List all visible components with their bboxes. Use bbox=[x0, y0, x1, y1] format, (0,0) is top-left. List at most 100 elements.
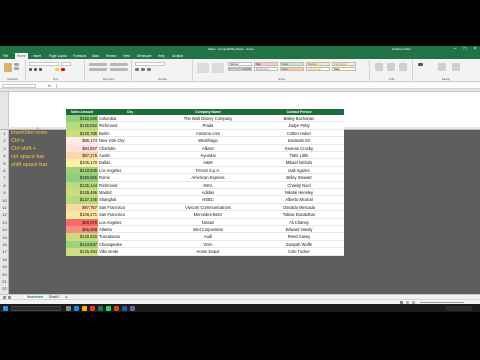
row-number[interactable]: 13 bbox=[0, 219, 9, 226]
city-cell[interactable]: Columbia bbox=[98, 115, 162, 122]
fill-color-icon[interactable] bbox=[55, 68, 59, 71]
copy-icon[interactable] bbox=[14, 67, 19, 70]
city-cell[interactable]: Richmond bbox=[98, 182, 162, 189]
sales-amount-cell[interactable]: $129,486 bbox=[66, 189, 98, 197]
formula-input[interactable] bbox=[56, 84, 476, 88]
company-cell[interactable]: H&M bbox=[162, 159, 254, 166]
sales-amount-cell[interactable]: $60,076 bbox=[66, 218, 98, 226]
comma-icon[interactable] bbox=[147, 68, 151, 71]
table-row[interactable]: $150,966 Rome American Express Briley Stewa… bbox=[66, 174, 344, 182]
table-row[interactable]: $97,757 San Francisco Vivicom Communicatio… bbox=[66, 203, 344, 212]
align-top-icon[interactable] bbox=[89, 63, 107, 66]
sales-amount-cell[interactable]: $84,597 bbox=[66, 144, 98, 152]
table-row[interactable]: $130,786 Berlin Amazon.com Colten Huber bbox=[66, 129, 344, 138]
sales-amount-cell[interactable]: $150,966 bbox=[66, 174, 98, 182]
city-cell[interactable]: Dallas bbox=[98, 159, 162, 166]
row-number[interactable]: 22 bbox=[0, 285, 9, 292]
table-row[interactable]: $60,076 Los Angeles Nissan Ali Chaney bbox=[66, 218, 344, 226]
table-row[interactable]: $136,144 Richmond IKEA Chasity Noel bbox=[66, 181, 344, 189]
contact-cell[interactable]: Chasity Noel bbox=[254, 182, 344, 189]
teams-icon[interactable] bbox=[130, 305, 135, 311]
company-cell[interactable]: Amazon.com bbox=[162, 130, 254, 137]
city-cell[interactable]: Berlin bbox=[98, 130, 162, 137]
tab-formulas[interactable]: Formulas bbox=[73, 54, 86, 58]
row-number[interactable]: 20 bbox=[0, 271, 9, 278]
format-cells-icon[interactable] bbox=[399, 63, 407, 71]
company-cell[interactable]: Westfriago bbox=[162, 137, 254, 144]
start-icon[interactable] bbox=[3, 305, 8, 311]
sales-amount-cell[interactable]: $109,271 bbox=[66, 211, 98, 219]
row-number[interactable]: 9 bbox=[0, 189, 9, 196]
company-cell[interactable]: Mercedes-Benz bbox=[162, 211, 254, 218]
format-as-table-icon[interactable] bbox=[212, 63, 224, 73]
sales-amount-cell[interactable]: $138,052 bbox=[66, 122, 98, 130]
city-cell[interactable]: San Francisco bbox=[98, 204, 162, 211]
contact-cell[interactable]: Savanah Ori bbox=[254, 137, 344, 144]
contact-cell[interactable]: Mikael Nichols bbox=[254, 159, 344, 166]
fx-label[interactable]: fx bbox=[48, 84, 51, 88]
currency-icon[interactable] bbox=[135, 68, 139, 71]
cut-icon[interactable] bbox=[14, 63, 19, 66]
row-number[interactable]: 4 bbox=[0, 152, 9, 159]
company-cell[interactable]: HSBC bbox=[162, 196, 254, 203]
search-box[interactable] bbox=[11, 305, 61, 311]
insert-cells-icon[interactable] bbox=[375, 63, 383, 71]
merge-center-icon[interactable] bbox=[110, 68, 128, 71]
sales-amount-cell[interactable]: $105,170 bbox=[66, 159, 98, 167]
conditional-formatting-icon[interactable] bbox=[197, 63, 209, 73]
contact-cell[interactable]: Colten Huber bbox=[254, 130, 344, 137]
table-row[interactable]: $65,888 Atlanta Intel Corporation Edward Ha… bbox=[66, 226, 344, 234]
company-cell[interactable]: Adidas bbox=[162, 189, 254, 196]
zoom-slider[interactable] bbox=[420, 302, 464, 303]
tab-page-layout[interactable]: Page Layout bbox=[49, 54, 67, 58]
contact-cell[interactable]: Jadyn Petty bbox=[254, 122, 344, 129]
sales-amount-cell[interactable]: $136,144 bbox=[66, 181, 98, 189]
company-cell[interactable]: Home Depot bbox=[162, 248, 254, 255]
city-cell[interactable]: Tuscaloosa bbox=[98, 233, 162, 240]
table-row[interactable]: $84,597 Charlotte Allianz Keenan Crosby bbox=[66, 144, 344, 152]
table-row[interactable]: $144,847 Chesapeake VISA Zaniyah Wolfe bbox=[66, 240, 344, 249]
city-cell[interactable]: Los Angeles bbox=[98, 167, 162, 174]
sales-amount-cell[interactable]: $85,174 bbox=[66, 137, 98, 145]
task-view-icon[interactable] bbox=[66, 305, 71, 311]
style-good[interactable]: Good bbox=[280, 62, 304, 66]
sales-amount-cell[interactable]: $65,888 bbox=[66, 226, 98, 234]
company-cell[interactable]: Hyundai bbox=[162, 152, 254, 159]
style-normal[interactable]: Normal bbox=[228, 62, 252, 66]
company-cell[interactable]: VISA bbox=[162, 241, 254, 248]
row-number[interactable]: 16 bbox=[0, 241, 9, 248]
row-number[interactable]: 21 bbox=[0, 278, 9, 285]
name-box[interactable] bbox=[2, 84, 36, 88]
table-row[interactable]: $130,920 Tuscaloosa Audi Reed Casey bbox=[66, 233, 344, 241]
city-cell[interactable]: Austin bbox=[98, 152, 162, 159]
sales-amount-cell[interactable]: $137,165 bbox=[66, 196, 98, 204]
city-cell[interactable]: Villa Verde bbox=[98, 248, 162, 255]
sales-amount-cell[interactable]: $144,847 bbox=[66, 240, 98, 249]
italic-icon[interactable] bbox=[34, 68, 37, 71]
city-cell[interactable]: Chesapeake bbox=[98, 241, 162, 248]
style-neutral[interactable]: Neutral bbox=[306, 62, 330, 66]
close-icon[interactable]: × bbox=[470, 46, 480, 53]
table-row[interactable]: $129,486 Madrid Adidas Nikolai Hensley bbox=[66, 189, 344, 197]
contact-cell[interactable]: Tobias Donaldson bbox=[254, 211, 344, 218]
style-explanatory[interactable]: Explanatory bbox=[254, 67, 278, 71]
city-cell[interactable]: Shanghai bbox=[98, 196, 162, 203]
contact-cell[interactable]: Keenan Crosby bbox=[254, 145, 344, 152]
sales-amount-cell[interactable]: $150,590 bbox=[66, 115, 98, 123]
font-name-select[interactable] bbox=[29, 62, 59, 66]
contact-cell[interactable]: Reed Casey bbox=[254, 233, 344, 240]
row-number[interactable]: 18 bbox=[0, 256, 9, 263]
company-cell[interactable]: Allianz bbox=[162, 145, 254, 152]
table-row[interactable]: $97,176 Austin Hyundai Tahir Little bbox=[66, 152, 344, 160]
tab-file[interactable]: File bbox=[3, 54, 8, 58]
table-row[interactable]: $105,170 Dallas H&M Mikael Nichols bbox=[66, 159, 344, 167]
company-cell[interactable]: Audi bbox=[162, 233, 254, 240]
row-number[interactable]: 17 bbox=[0, 248, 9, 255]
tab-insert[interactable]: Insert bbox=[33, 54, 41, 58]
row-number[interactable]: 7 bbox=[0, 174, 9, 181]
row-number[interactable]: 11 bbox=[0, 204, 9, 211]
contact-cell[interactable]: Ali Chaney bbox=[254, 219, 344, 226]
chrome-icon[interactable] bbox=[90, 305, 95, 311]
table-row[interactable]: $150,590 Columbia The Walt Disney Company B… bbox=[66, 115, 344, 123]
file-explorer-icon[interactable] bbox=[82, 305, 87, 311]
